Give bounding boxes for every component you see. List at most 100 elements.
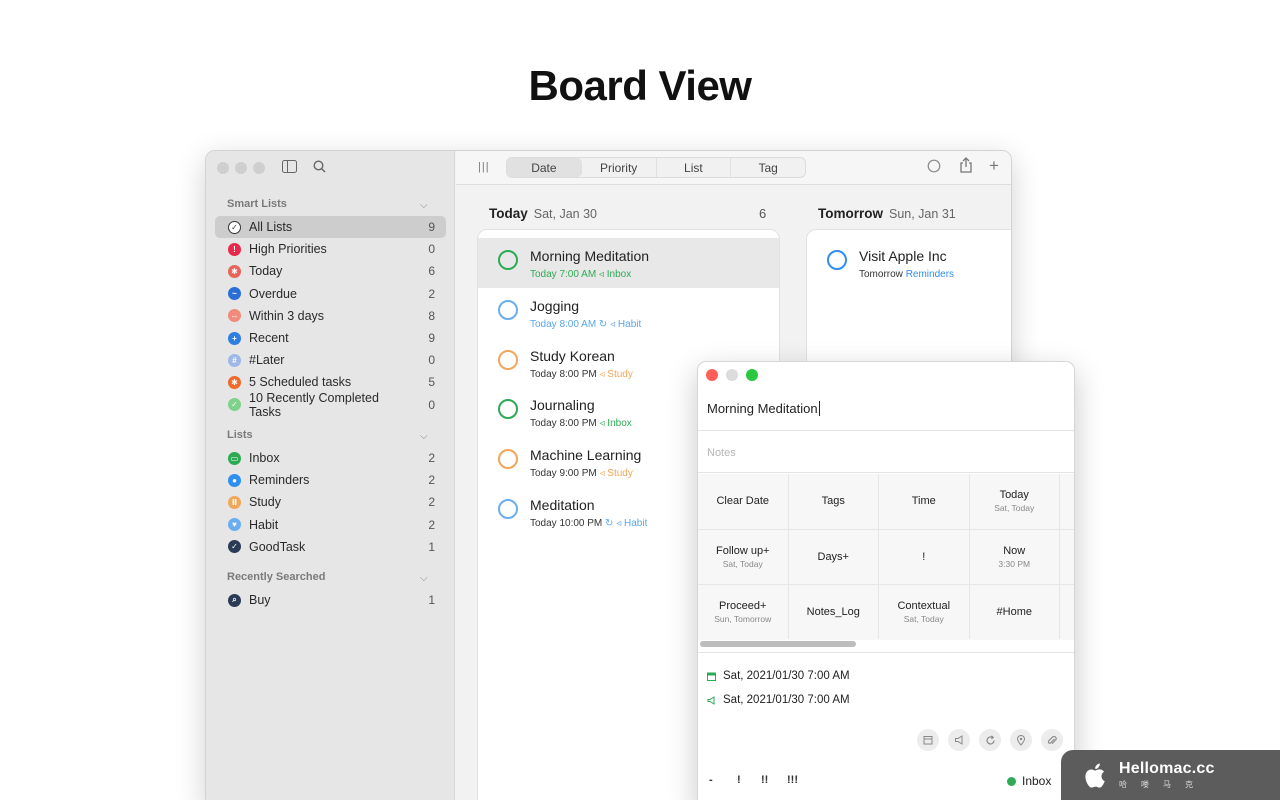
completed-icon: ✓ [228,398,241,412]
watermark-text: Hellomac.cc 哈喽马克 [1119,760,1215,790]
alarm-row[interactable]: Sat, 2021/01/30 7:00 AM [707,694,850,706]
minimize-button[interactable] [235,162,247,174]
chevron-down-icon[interactable]: ⌵ [420,431,428,442]
sidebar-toggle-icon[interactable] [282,160,297,176]
task-card[interactable]: Morning Meditation Today 7:00 AM ◃ Inbox [478,238,779,288]
list-tag[interactable]: Inbox [1007,774,1051,788]
alarm-icon: ◃ [610,318,618,330]
quick-action-[interactable]: ! [879,529,969,584]
task-checkbox[interactable] [498,349,518,370]
calendar-icon[interactable] [917,729,939,751]
zoom-button[interactable] [253,162,265,174]
priority-option[interactable]: - [709,774,713,786]
circle-icon[interactable] [927,159,941,176]
sidebar-item-list-1[interactable]: ● Reminders 2 [215,469,446,491]
sidebar-item-smart-3[interactable]: ~ Overdue 2 [215,283,446,305]
tab-list[interactable]: List [657,158,732,177]
priority-option[interactable]: !! [761,774,768,786]
sidebar-item-list-2[interactable]: Ⅱ Study 2 [215,491,446,513]
sidebar-item-smart-2[interactable]: ✱ Today 6 [215,260,446,282]
sidebar-item-smart-8[interactable]: ✓ 10 Recently Completed Tasks 0 [215,391,446,419]
task-checkbox[interactable] [498,449,518,470]
quick-action-clear-date[interactable]: Clear Date [698,474,788,529]
quick-action-follow-up[interactable]: Follow up+ Sat, Today [698,529,788,584]
share-icon[interactable] [959,157,973,176]
repeat-icon: ↻ [602,518,617,529]
repeat-icon[interactable] [979,729,1001,751]
attachment-icon[interactable] [1041,729,1063,751]
alarm-icon: ◃ [596,269,607,280]
board-toolbar: ||| Date Priority List Tag + [456,151,1011,185]
sidebar-item-smart-5[interactable]: + Recent 9 [215,327,446,349]
task-checkbox[interactable] [498,299,518,320]
close-button[interactable] [217,162,229,174]
add-icon[interactable]: + [989,156,999,176]
sidebar-item-list-4[interactable]: ✓ GoodTask 1 [215,536,446,558]
quick-action-tags[interactable]: Tags [788,474,878,529]
text-cursor [818,401,820,416]
quick-action-overflow[interactable] [1060,474,1074,529]
zoom-button[interactable] [746,369,758,381]
priority-option[interactable]: ! [737,774,741,786]
quick-action-time[interactable]: Time [879,474,969,529]
quick-action-notes-log[interactable]: Notes_Log [788,585,878,640]
column-header-tomorrow: Tomorrow Sun, Jan 31 [818,206,956,221]
task-time: Tomorrow [859,269,903,280]
task-title: Journaling [530,397,595,414]
alarm-icon[interactable] [948,729,970,751]
task-title-field[interactable]: Morning Meditation [707,401,820,416]
quick-action-today[interactable]: Today Sat, Today [969,474,1059,529]
location-icon[interactable] [1010,729,1032,751]
sidebar-item-count: 1 [428,539,435,554]
task-meta: Today 10:00 PM ↻ ◃ Habit [530,518,647,529]
sidebar-item-list-0[interactable]: ▭ Inbox 2 [215,447,446,469]
task-checkbox[interactable] [498,399,518,420]
task-checkbox[interactable] [498,499,518,519]
scheduled-icon: ✱ [228,375,241,389]
quick-action-contextual[interactable]: Contextual Sat, Today [879,585,969,640]
sidebar-item-count: 0 [428,242,435,257]
columns-icon[interactable]: ||| [478,161,490,173]
sidebar-item-smart-1[interactable]: ! High Priorities 0 [215,238,446,260]
window-controls [706,369,758,381]
alarm-icon: ◃ [616,518,625,529]
sidebar-item-list-3[interactable]: ♥ Habit 2 [215,514,446,536]
search-icon[interactable] [313,160,326,176]
quick-action-overflow[interactable] [1060,585,1074,640]
notes-field[interactable]: Notes [707,447,736,459]
minimize-button[interactable] [726,369,738,381]
alarm-icon: ◃ [596,368,608,380]
quick-action-now[interactable]: Now 3:30 PM [969,529,1059,584]
sidebar-item-label: High Priorities [249,242,327,257]
horizontal-scrollbar[interactable] [700,641,856,647]
sidebar-item-recent-0[interactable]: ⌕ Buy 1 [215,589,446,611]
tab-date[interactable]: Date [507,158,582,177]
due-date-row[interactable]: Sat, 2021/01/30 7:00 AM [707,670,850,682]
chevron-down-icon[interactable]: ⌵ [420,200,428,211]
task-card[interactable]: Jogging Today 8:00 AM ↻ ◃ Habit [478,288,779,338]
priority-option[interactable]: !!! [787,774,798,786]
task-card[interactable]: Visit Apple Inc Tomorrow Reminders [807,238,1011,288]
calendar-icon [707,672,716,681]
quick-action-overflow[interactable] [1060,529,1074,584]
sidebar-item-smart-0[interactable]: ✓ All Lists 9 [215,216,446,238]
task-time: Today 7:00 AM [530,269,597,280]
quick-action-home[interactable]: #Home [969,585,1059,640]
close-button[interactable] [706,369,718,381]
tab-priority[interactable]: Priority [582,158,657,177]
sidebar-item-smart-4[interactable]: ↔ Within 3 days 8 [215,305,446,327]
quick-action-days[interactable]: Days+ [788,529,878,584]
chevron-down-icon[interactable]: ⌵ [420,573,428,584]
tab-tag[interactable]: Tag [731,158,805,177]
task-checkbox[interactable] [827,250,847,270]
task-checkbox[interactable] [498,250,518,270]
task-list-name: Habit [617,318,642,330]
sidebar-item-label: #Later [249,353,285,368]
quick-action-sublabel: Sat, Today [903,614,944,625]
quick-action-proceed[interactable]: Proceed+ Sun, Tomorrow [698,585,788,640]
task-list-name: Habit [624,518,648,529]
list-color-dot [1007,776,1016,786]
study-icon: Ⅱ [228,495,241,509]
sidebar-item-label: Inbox [249,451,280,465]
sidebar-item-smart-6[interactable]: # #Later 0 [215,349,446,371]
